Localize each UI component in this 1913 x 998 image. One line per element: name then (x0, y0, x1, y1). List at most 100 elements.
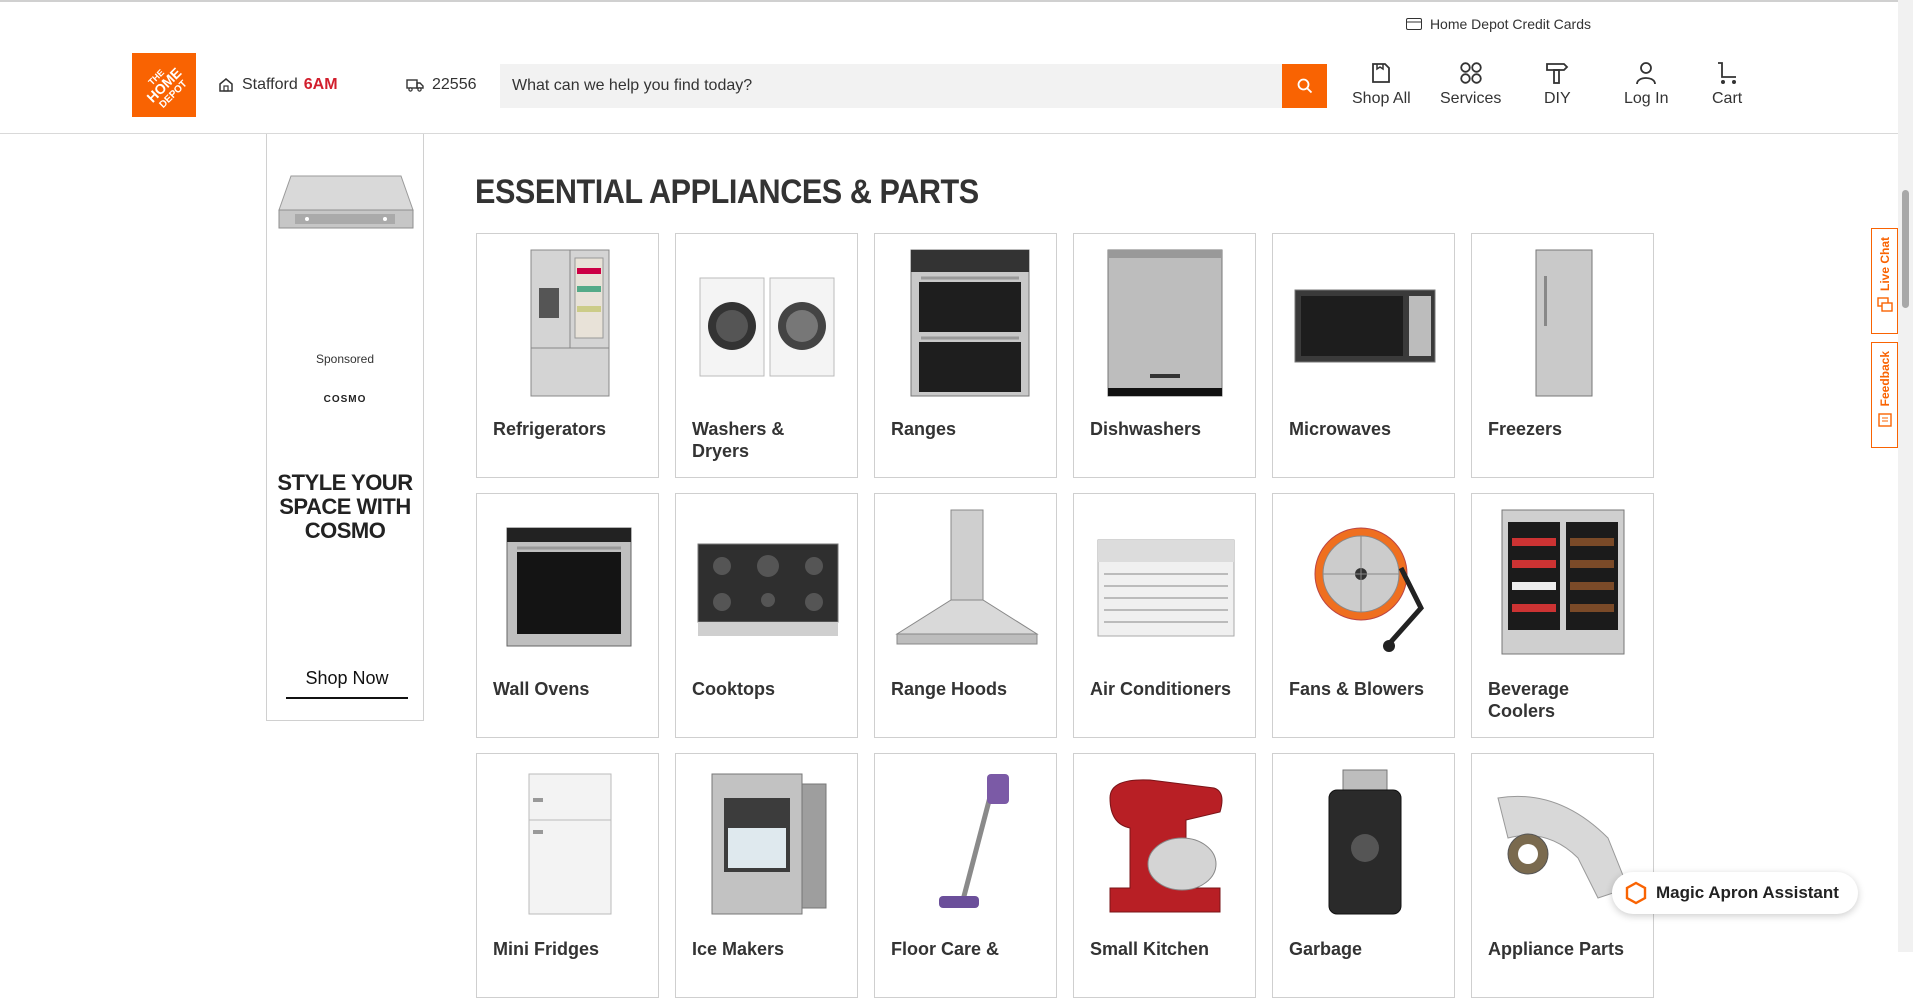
top-border (0, 0, 1898, 2)
section-title: ESSENTIAL APPLIANCES & PARTS (475, 173, 979, 211)
category-label: Freezers (1488, 419, 1563, 439)
category-tile-microwaves[interactable]: Microwaves (1272, 233, 1455, 478)
search-input[interactable] (500, 64, 1282, 108)
home-depot-logo[interactable]: THE HOME DEPOT (132, 53, 196, 117)
category-label: Small Kitchen (1090, 939, 1210, 959)
category-label: Range Hoods (891, 679, 1008, 699)
delivery-zip: 22556 (432, 76, 477, 93)
scrollbar-thumb[interactable] (1902, 190, 1909, 308)
nav-shop-all-label: Shop All (1352, 90, 1411, 107)
search-icon (1297, 78, 1312, 94)
shop-now-button[interactable]: Shop Now (286, 668, 408, 699)
assistant-label: Magic Apron Assistant (1656, 883, 1839, 902)
nav-services[interactable]: Services (1440, 60, 1501, 108)
scrollbar-track[interactable] (1898, 0, 1913, 952)
category-tile-beverage-coolers[interactable]: Beverage Coolers (1471, 493, 1654, 738)
category-label: Microwaves (1289, 419, 1392, 439)
credit-cards-link[interactable]: Home Depot Credit Cards (1405, 16, 1591, 32)
category-tile-ranges[interactable]: Ranges (874, 233, 1057, 478)
store-hours: 6AM (303, 76, 338, 93)
category-tile-dishwashers[interactable]: Dishwashers (1073, 233, 1256, 478)
sponsored-ad[interactable]: Sponsored COSMO STYLE YOUR SPACE WITH CO… (266, 134, 424, 721)
washer-dryer-image (699, 277, 835, 377)
user-icon (1636, 62, 1657, 85)
category-tile-garbage[interactable]: Garbage (1272, 753, 1455, 998)
microwave-image (1294, 289, 1436, 363)
air-conditioner-image (1097, 539, 1235, 637)
category-tile-floor-care[interactable]: Floor Care & (874, 753, 1057, 998)
store-name: Stafford (242, 76, 298, 93)
category-label: Refrigerators (493, 419, 607, 439)
feedback-label: Feedback (1877, 351, 1892, 407)
hammer-icon (1546, 63, 1569, 84)
services-icon (1459, 62, 1482, 84)
category-label: Beverage Coolers (1488, 679, 1570, 721)
ad-brand: COSMO (323, 394, 367, 405)
range-image (910, 249, 1030, 397)
category-label: Floor Care & (891, 939, 1000, 959)
delivery-zip-selector[interactable]: 22556 (406, 76, 477, 94)
wall-oven-image (506, 527, 632, 647)
truck-icon (406, 79, 424, 92)
category-label: Garbage (1289, 939, 1363, 959)
nav-log-in[interactable]: Log In (1624, 60, 1668, 108)
category-label: Fans & Blowers (1289, 679, 1425, 699)
category-tile-washers-dryers[interactable]: Washers & Dryers (675, 233, 858, 478)
category-tile-range-hoods[interactable]: Range Hoods (874, 493, 1057, 738)
stick-vacuum-image (939, 774, 1009, 908)
logo-mark: THE HOME DEPOT (132, 53, 196, 117)
ad-tagline: STYLE YOUR SPACE WITH COSMO (277, 470, 413, 543)
stand-mixer-image (1109, 779, 1223, 913)
category-tile-fans-blowers[interactable]: Fans & Blowers (1272, 493, 1455, 738)
live-chat-tab[interactable]: Live Chat (1871, 228, 1898, 334)
search-bar (500, 64, 1327, 108)
nav-shop-all[interactable]: Shop All (1352, 60, 1411, 108)
search-button[interactable] (1282, 64, 1327, 108)
category-tile-freezers[interactable]: Freezers (1471, 233, 1654, 478)
store-selector[interactable]: Stafford 6AM (218, 76, 338, 94)
sponsored-label: Sponsored (315, 352, 375, 366)
drum-fan-image (1314, 527, 1424, 652)
category-tile-refrigerators[interactable]: Refrigerators (476, 233, 659, 478)
range-hood-image (895, 509, 1039, 645)
beverage-cooler-image (1501, 509, 1625, 655)
mini-fridge-image (528, 773, 612, 915)
nav-log-in-label: Log In (1624, 90, 1669, 107)
nav-services-label: Services (1440, 90, 1502, 107)
category-label: Cooktops (692, 679, 775, 699)
range-hood-insert-image (278, 175, 414, 229)
feedback-tab[interactable]: Feedback (1871, 342, 1898, 448)
credit-card-icon (1405, 18, 1422, 30)
feedback-icon (1877, 413, 1892, 428)
hexagon-icon (1625, 881, 1647, 905)
category-tile-cooktops[interactable]: Cooktops (675, 493, 858, 738)
category-tile-wall-ovens[interactable]: Wall Ovens (476, 493, 659, 738)
cooktop-image (697, 543, 839, 636)
category-label: Ranges (891, 419, 957, 439)
freezer-image (1535, 249, 1593, 397)
dishwasher-image (1107, 249, 1223, 397)
chat-icon (1876, 297, 1893, 312)
category-tile-mini-fridges[interactable]: Mini Fridges (476, 753, 659, 998)
category-label: Wall Ovens (493, 679, 590, 699)
refrigerator-image (530, 249, 610, 397)
cart-icon (1718, 62, 1737, 84)
shop-all-icon (1372, 63, 1391, 83)
nav-cart-label: Cart (1712, 90, 1743, 107)
category-tile-ice-makers[interactable]: Ice Makers (675, 753, 858, 998)
site-header: THE HOME DEPOT Stafford 6AM 22556 Shop Al… (0, 40, 1898, 134)
category-tile-small-kitchen[interactable]: Small Kitchen (1073, 753, 1256, 998)
credit-cards-label: Home Depot Credit Cards (1429, 16, 1591, 32)
category-label: Appliance Parts (1488, 939, 1625, 959)
category-tile-air-conditioners[interactable]: Air Conditioners (1073, 493, 1256, 738)
nav-cart[interactable]: Cart (1712, 60, 1742, 108)
magic-apron-assistant-button[interactable]: Magic Apron Assistant (1612, 872, 1858, 914)
nav-diy[interactable]: DIY (1544, 60, 1571, 108)
store-icon (219, 78, 233, 92)
category-label: Ice Makers (692, 939, 785, 959)
category-label: Dishwashers (1090, 419, 1202, 439)
live-chat-label: Live Chat (1877, 237, 1892, 292)
nav-diy-label: DIY (1544, 90, 1571, 107)
category-label: Washers & Dryers (692, 419, 785, 461)
garbage-disposal-image (1328, 769, 1402, 915)
